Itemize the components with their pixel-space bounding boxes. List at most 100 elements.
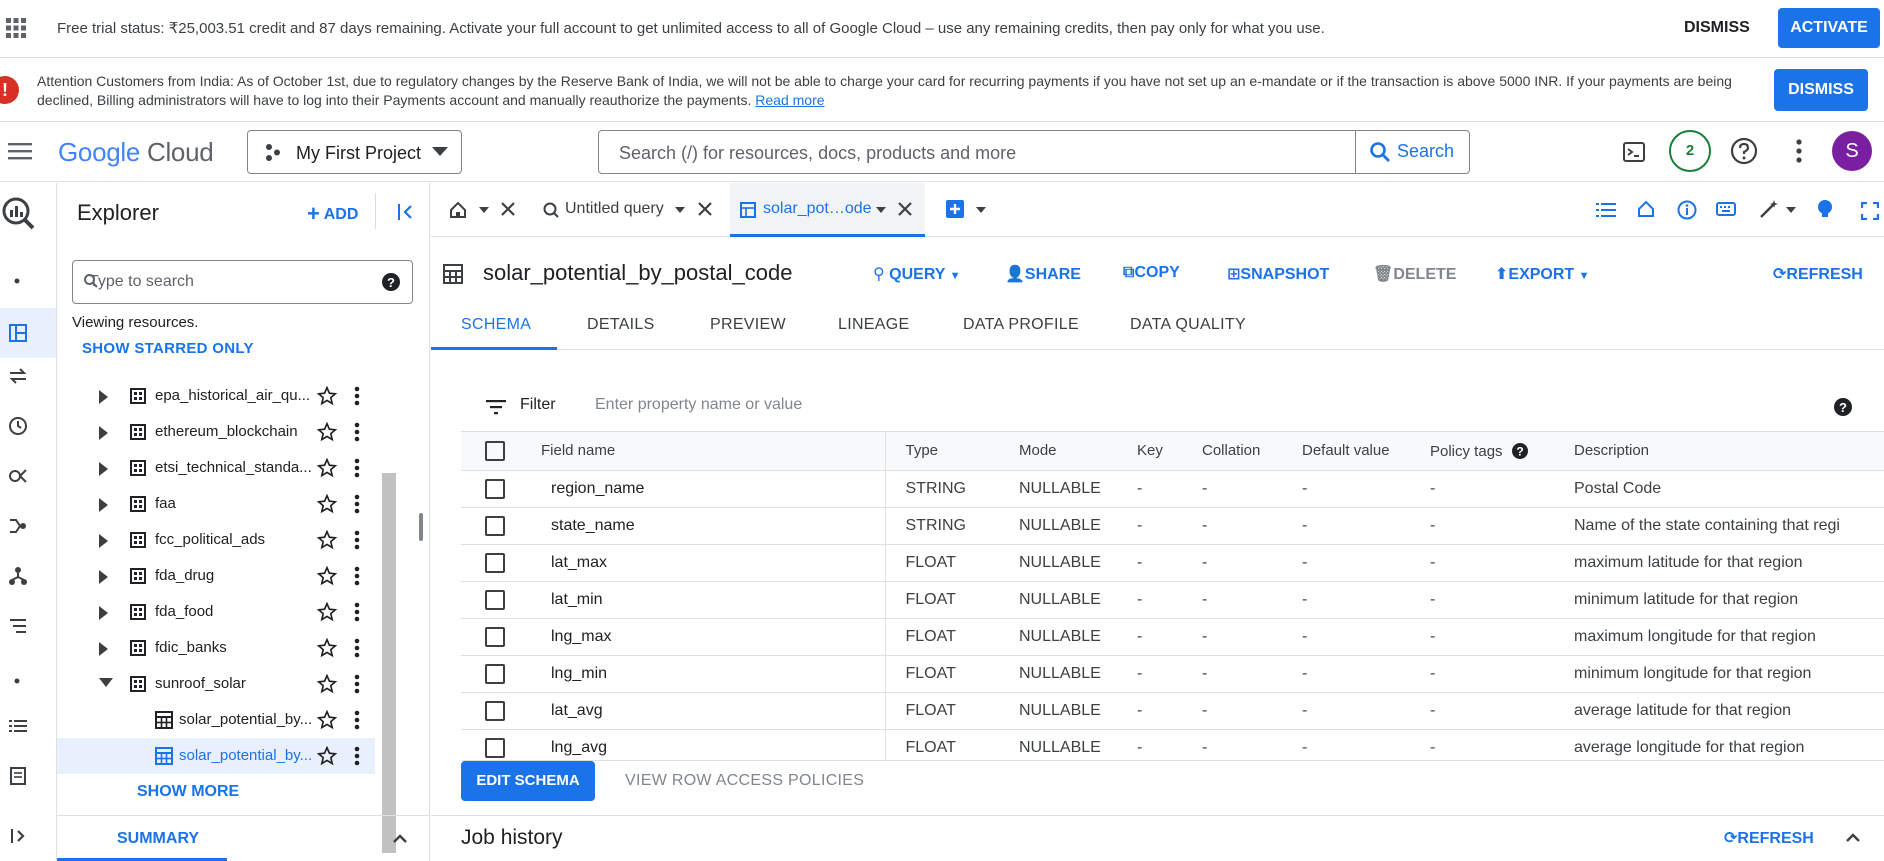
row-checkbox[interactable] bbox=[485, 589, 505, 610]
caret-right-icon[interactable] bbox=[99, 390, 108, 404]
star-icon[interactable] bbox=[317, 746, 337, 766]
add-button[interactable]: + ADD bbox=[307, 201, 358, 227]
schema-row[interactable]: lng_avg FLOAT NULLABLE - - - - average longitud… bbox=[461, 729, 1884, 760]
row-checkbox[interactable] bbox=[485, 663, 505, 684]
dataflow-icon[interactable] bbox=[8, 516, 28, 536]
panel-resize-handle[interactable] bbox=[419, 513, 423, 541]
share-button[interactable]: 👤SHARE bbox=[1005, 264, 1081, 284]
col-field-name[interactable]: Field name bbox=[541, 432, 886, 471]
row-checkbox[interactable] bbox=[485, 626, 505, 647]
home-icon[interactable] bbox=[1637, 200, 1655, 218]
filter-help-icon[interactable]: ? bbox=[1833, 397, 1853, 417]
col-key[interactable]: Key bbox=[1137, 432, 1202, 471]
release-notes-icon[interactable] bbox=[8, 766, 28, 786]
view-row-access-policies-button[interactable]: VIEW ROW ACCESS POLICIES bbox=[625, 772, 864, 790]
close-icon[interactable] bbox=[698, 202, 712, 216]
close-icon[interactable] bbox=[898, 202, 912, 216]
summary-tab[interactable]: SUMMARY bbox=[117, 830, 199, 848]
more-vert-icon[interactable] bbox=[354, 494, 360, 514]
copy-button[interactable]: ⧉COPY bbox=[1123, 264, 1180, 282]
schema-row[interactable]: state_name STRING NULLABLE - - - - Name of the … bbox=[461, 507, 1884, 545]
more-vert-icon[interactable] bbox=[354, 422, 360, 442]
refresh-button[interactable]: ⟳REFRESH bbox=[1773, 264, 1863, 284]
tree-dataset-row[interactable]: fda_food bbox=[57, 594, 375, 630]
magic-wand-icon[interactable] bbox=[1759, 199, 1779, 219]
search-button[interactable]: Search bbox=[1369, 141, 1454, 163]
search-help-icon[interactable]: ? bbox=[381, 272, 401, 292]
export-button[interactable]: ⬆EXPORT ▼ bbox=[1495, 264, 1590, 284]
star-icon[interactable] bbox=[317, 710, 337, 730]
snapshot-button[interactable]: ⊞SNAPSHOT bbox=[1227, 264, 1329, 284]
more-vert-icon[interactable] bbox=[354, 566, 360, 586]
tree-dataset-row[interactable]: fda_drug bbox=[57, 558, 375, 594]
job-history-refresh-button[interactable]: ⟳REFRESH bbox=[1724, 828, 1814, 848]
star-icon[interactable] bbox=[317, 530, 337, 550]
tree-dataset-row[interactable]: faa bbox=[57, 486, 375, 522]
more-vert-icon[interactable] bbox=[354, 458, 360, 478]
rail-dot-2-icon[interactable] bbox=[14, 678, 20, 684]
more-vert-icon[interactable] bbox=[354, 530, 360, 550]
tree-table-row[interactable]: solar_potential_by... bbox=[57, 738, 375, 774]
star-icon[interactable] bbox=[317, 602, 337, 622]
tab-preview[interactable]: PREVIEW bbox=[710, 316, 786, 334]
tree-dataset-row[interactable]: fdic_banks bbox=[57, 630, 375, 666]
caret-right-icon[interactable] bbox=[99, 642, 108, 656]
policy-help-icon[interactable]: ? bbox=[1511, 442, 1529, 460]
schema-row[interactable]: lng_min FLOAT NULLABLE - - - - minimum longitud… bbox=[461, 655, 1884, 693]
row-checkbox[interactable] bbox=[485, 700, 505, 721]
filter-input[interactable]: Enter property name or value bbox=[595, 396, 802, 414]
schema-row[interactable]: lat_avg FLOAT NULLABLE - - - - average latitude… bbox=[461, 692, 1884, 730]
caret-right-icon[interactable] bbox=[99, 498, 108, 512]
show-more-button[interactable]: SHOW MORE bbox=[137, 783, 239, 801]
scheduled-queries-icon[interactable] bbox=[8, 416, 28, 436]
tab-schema[interactable]: SCHEMA bbox=[461, 316, 531, 334]
caret-right-icon[interactable] bbox=[99, 606, 108, 620]
notifications-badge[interactable]: 2 bbox=[1669, 130, 1711, 172]
row-checkbox[interactable] bbox=[485, 478, 505, 499]
keyboard-icon[interactable] bbox=[1716, 202, 1736, 216]
col-policy-tags[interactable]: Policy tags ? bbox=[1430, 432, 1574, 471]
select-all-checkbox[interactable] bbox=[485, 440, 505, 461]
read-more-link[interactable]: Read more bbox=[755, 92, 824, 108]
chevron-up-icon[interactable] bbox=[1845, 832, 1861, 842]
star-icon[interactable] bbox=[317, 458, 337, 478]
tree-dataset-row[interactable]: etsi_technical_standa... bbox=[57, 450, 375, 486]
tree-table-row[interactable]: solar_potential_by... bbox=[57, 702, 375, 738]
tab-lineage[interactable]: LINEAGE bbox=[838, 316, 909, 334]
star-icon[interactable] bbox=[317, 494, 337, 514]
global-search[interactable]: Search (/) for resources, docs, products… bbox=[598, 130, 1470, 174]
india-dismiss-button[interactable]: DISMISS bbox=[1774, 69, 1868, 111]
caret-right-icon[interactable] bbox=[99, 426, 108, 440]
google-cloud-logo[interactable]: Google Cloud bbox=[58, 137, 214, 168]
show-starred-only-button[interactable]: SHOW STARRED ONLY bbox=[82, 340, 254, 357]
schema-row[interactable]: lng_max FLOAT NULLABLE - - - - maximum longitud… bbox=[461, 618, 1884, 656]
list-icon[interactable] bbox=[8, 716, 28, 736]
explorer-scrollbar-thumb[interactable] bbox=[382, 473, 396, 853]
more-vert-icon[interactable] bbox=[354, 674, 360, 694]
chevron-down-icon[interactable] bbox=[976, 207, 986, 213]
tree-dataset-row[interactable]: ethereum_blockchain bbox=[57, 414, 375, 450]
schema-row[interactable]: region_name STRING NULLABLE - - - - Postal Code bbox=[461, 470, 1884, 508]
tree-dataset-row[interactable]: sunroof_solar bbox=[57, 666, 375, 702]
bigquery-icon[interactable] bbox=[0, 195, 36, 231]
more-vert-icon[interactable] bbox=[354, 638, 360, 658]
data-transfer-icon[interactable] bbox=[8, 366, 28, 386]
caret-right-icon[interactable] bbox=[99, 534, 108, 548]
tab-home[interactable] bbox=[431, 183, 531, 237]
rail-explorer-item[interactable] bbox=[0, 308, 56, 358]
tuning-icon[interactable] bbox=[8, 616, 28, 636]
delete-button[interactable]: 🗑DELETE bbox=[1373, 264, 1456, 284]
close-icon[interactable] bbox=[501, 202, 515, 216]
caret-down-icon[interactable] bbox=[99, 678, 113, 688]
new-tab-icon[interactable] bbox=[946, 200, 964, 218]
caret-right-icon[interactable] bbox=[99, 462, 108, 476]
chevron-up-icon[interactable] bbox=[392, 833, 408, 843]
more-vert-icon[interactable] bbox=[354, 746, 360, 766]
schema-row[interactable]: lat_max FLOAT NULLABLE - - - - maximum latitude… bbox=[461, 544, 1884, 582]
cloud-shell-icon[interactable] bbox=[1622, 140, 1646, 164]
col-mode[interactable]: Mode bbox=[1019, 432, 1137, 471]
tab-data-profile[interactable]: DATA PROFILE bbox=[963, 316, 1079, 334]
help-icon[interactable] bbox=[1730, 137, 1758, 165]
apps-grid-icon[interactable] bbox=[6, 18, 26, 38]
tab-untitled-query[interactable]: Untitled query bbox=[539, 183, 724, 237]
